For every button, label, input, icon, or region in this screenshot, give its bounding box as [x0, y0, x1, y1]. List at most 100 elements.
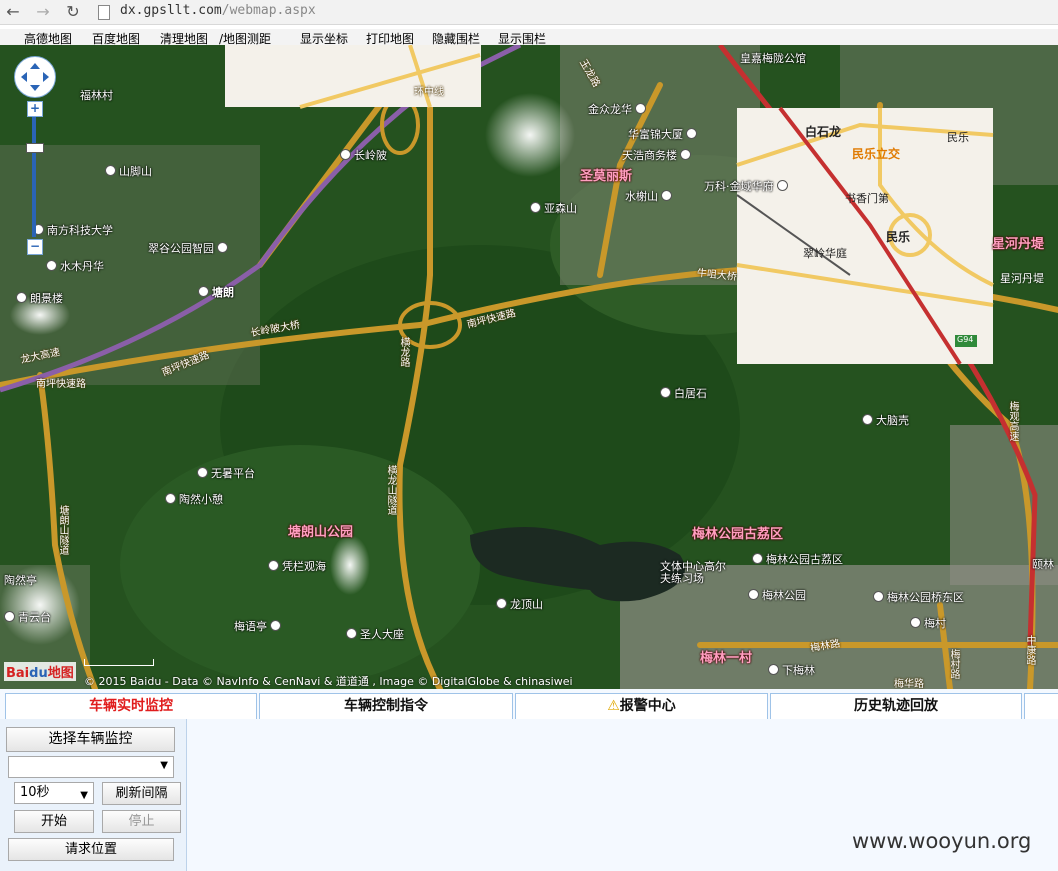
map-copyright: © 2015 Baidu - Data © NavInfo & CenNavi …: [84, 675, 573, 688]
poi-label: 青云台: [4, 609, 51, 625]
poi-icon: [217, 242, 228, 253]
poi-label: 亚森山: [530, 200, 577, 216]
monitor-sidebar: 选择车辆监控 ▼ 10秒 ▼ 刷新间隔 开始 停止 请求位置: [0, 719, 187, 871]
poi-label: 圣人大座: [346, 626, 404, 642]
tab-alarm-center[interactable]: ⚠报警中心: [515, 693, 768, 720]
tab-more[interactable]: [1024, 693, 1058, 720]
road-label: 横龙路: [398, 337, 409, 367]
map-label-shuxiang-mendi: 书香门第: [845, 192, 889, 205]
poi-icon: [346, 628, 357, 639]
map-label-g94: G94: [957, 335, 974, 344]
road-label: 塘朗山隧道: [57, 505, 68, 555]
poi-label: 无暑平台: [197, 465, 255, 481]
poi-label: 福林村: [80, 89, 113, 102]
map-label-minle-station: 民乐: [886, 230, 911, 244]
poi-icon: [748, 589, 759, 600]
pan-control[interactable]: [14, 56, 56, 98]
poi-label: 水榭山: [625, 188, 675, 204]
dropdown-arrow-icon: ▼: [80, 790, 88, 801]
poi-label: 梅林公园: [748, 587, 806, 603]
url-path: /webmap.aspx: [221, 3, 316, 18]
poi-label: 水木丹华: [46, 258, 104, 274]
poi-icon: [910, 617, 921, 628]
area-label: 圣莫丽斯: [580, 169, 633, 184]
poi-label: 梅林公园桥东区: [873, 589, 964, 605]
start-button[interactable]: 开始: [14, 810, 94, 833]
poi-label: 龙顶山: [496, 596, 543, 612]
poi-label: 梅语亭: [234, 618, 284, 634]
map-label-minle-top: 民乐: [947, 131, 969, 144]
poi-label: 下梅林: [768, 662, 815, 678]
poi-label: 天浩商务楼: [622, 147, 694, 163]
stop-button[interactable]: 停止: [102, 810, 181, 833]
zoom-out-button[interactable]: −: [27, 239, 43, 255]
reload-icon[interactable]: ↻: [63, 2, 83, 22]
road-label: 梅华路: [894, 679, 924, 689]
poi-icon: [270, 620, 281, 631]
poi-label: 凭栏观海: [268, 558, 326, 574]
poi-label: 梅村: [910, 615, 946, 631]
interval-dropdown-value: 10秒: [20, 785, 50, 800]
poi-label: 白居石: [660, 385, 707, 401]
tab-realtime-monitoring[interactable]: 车辆实时监控: [5, 693, 257, 720]
zoom-slider-handle[interactable]: [26, 143, 44, 153]
road-label: 中康路: [1024, 635, 1035, 665]
back-arrow-icon[interactable]: ←: [3, 2, 23, 22]
poi-icon: [635, 103, 646, 114]
area-label: 梅林公园古荔区: [692, 527, 784, 542]
poi-label: 长岭陂: [340, 147, 387, 163]
dropdown-arrow-icon: ▼: [160, 760, 168, 771]
area-label: 星河丹堤: [992, 237, 1045, 252]
warning-icon: ⚠: [607, 698, 620, 714]
scale-bar: [84, 659, 154, 666]
road-label: 梅观高速: [1007, 401, 1018, 441]
poi-label: 梅林公园古荔区: [752, 551, 843, 567]
interval-dropdown[interactable]: 10秒 ▼: [14, 782, 94, 804]
poi-label: 皇嘉梅陇公馆: [740, 52, 806, 65]
road-label: 南坪快速路: [36, 379, 86, 390]
poi-icon: [46, 260, 57, 271]
poi-icon: [661, 190, 672, 201]
poi-icon: [752, 553, 763, 564]
zoom-in-button[interactable]: +: [27, 101, 43, 117]
poi-icon: [268, 560, 279, 571]
road-label: 横龙山隧道: [385, 465, 396, 515]
poi-icon: [530, 202, 541, 213]
zoom-slider[interactable]: [32, 117, 36, 237]
map-label-minle-interchange: 民乐立交: [852, 147, 901, 161]
poi-label: 山脚山: [105, 163, 152, 179]
poi-icon: [105, 165, 116, 176]
poi-label: 万科·金域华府: [704, 178, 791, 194]
poi-icon: [165, 493, 176, 504]
poi-icon: [686, 128, 697, 139]
poi-label: 陶然小憩: [165, 491, 223, 507]
select-vehicle-button[interactable]: 选择车辆监控: [6, 727, 175, 752]
address-bar[interactable]: dx.gpsllt.com/webmap.aspx: [120, 3, 316, 18]
poi-icon: [4, 611, 15, 622]
poi-label: 南方科技大学: [33, 222, 113, 238]
tab-history-playback[interactable]: 历史轨迹回放: [770, 693, 1022, 720]
poi-label: 塘朗: [198, 284, 234, 300]
menu-measure-label: 地图测距: [223, 32, 272, 46]
forward-arrow-icon[interactable]: →: [33, 2, 53, 22]
url-host: dx.gpsllt.com: [120, 3, 222, 18]
map-menu: 高德地图 百度地图 清理地图 /地图测距 显示坐标 打印地图 隐藏围栏 显示围栏: [0, 29, 1058, 46]
tab-vehicle-commands[interactable]: 车辆控制指令: [259, 693, 513, 720]
poi-icon: [680, 149, 691, 160]
tab-alarm-center-label: 报警中心: [619, 698, 676, 714]
vehicle-dropdown[interactable]: ▼: [8, 756, 174, 778]
poi-icon: [16, 292, 27, 303]
page-icon: [98, 5, 110, 20]
area-label: 梅林一村: [700, 651, 753, 666]
metro-icon: [198, 286, 209, 297]
poi-label: 朗景楼: [16, 290, 63, 306]
watermark: www.wooyun.org: [852, 829, 1032, 853]
poi-label: 金众龙华: [588, 101, 649, 117]
request-location-button[interactable]: 请求位置: [8, 838, 174, 861]
poi-icon: [873, 591, 884, 602]
road-label: 梅村路: [948, 649, 959, 679]
satellite-map[interactable]: 白石龙 民乐立交 民乐 书香门第 民乐 翠岭华庭 星河丹堤 G94 福林村 长岭…: [0, 45, 1058, 689]
baidu-logo: Baidu地图: [4, 662, 76, 681]
metro-icon: [340, 149, 351, 160]
refresh-interval-button[interactable]: 刷新间隔: [102, 782, 181, 805]
